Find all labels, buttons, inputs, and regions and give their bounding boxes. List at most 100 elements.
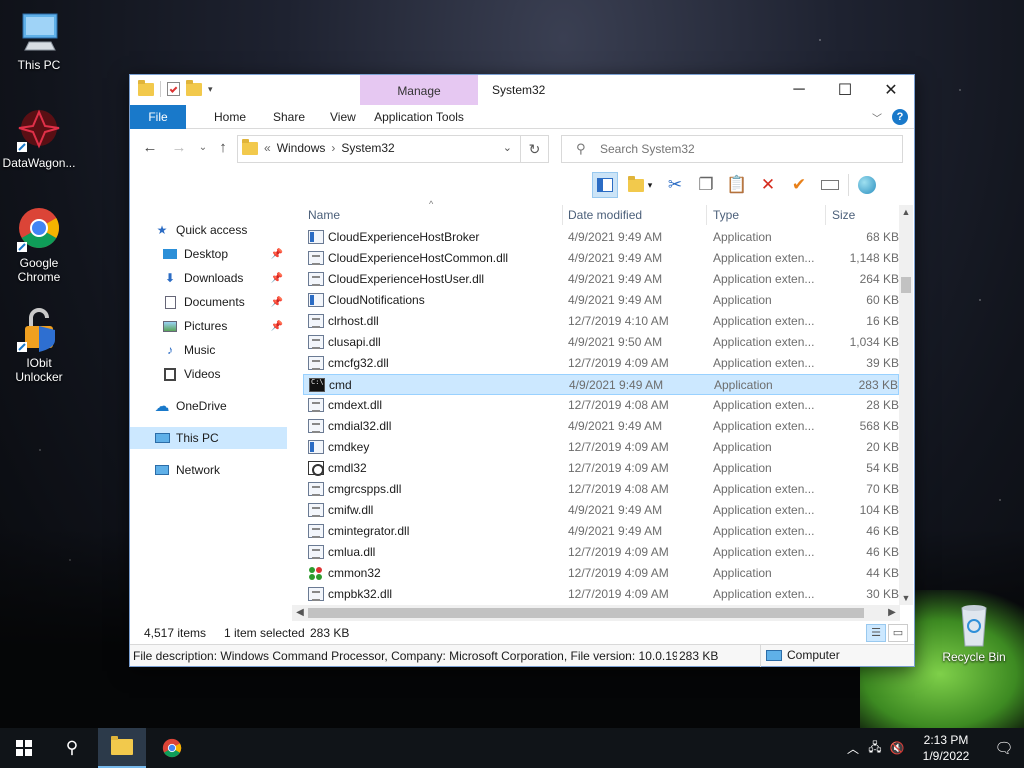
column-divider[interactable] <box>562 205 563 225</box>
table-row[interactable]: cmgrcspps.dll 12/7/2019 4:08 AM Applicatio… <box>303 479 899 500</box>
volume-muted-icon[interactable]: 🔇 <box>886 741 908 755</box>
properties-icon[interactable] <box>167 82 180 96</box>
minimize-button[interactable]: ─ <box>776 75 822 105</box>
table-row[interactable]: CloudExperienceHostCommon.dll 4/9/2021 9:… <box>303 248 899 269</box>
nav-item-network[interactable]: Network <box>154 459 287 481</box>
preview-pane-button[interactable] <box>592 172 618 198</box>
nav-item-documents[interactable]: Documents 📌 <box>162 291 287 313</box>
table-row[interactable]: cmintegrator.dll 4/9/2021 9:49 AM Applicat… <box>303 521 899 542</box>
column-header-type[interactable]: Type <box>713 208 739 222</box>
globe-icon[interactable] <box>854 172 880 198</box>
tab-file[interactable]: File <box>130 105 186 129</box>
up-button[interactable]: ↑ <box>212 139 234 159</box>
notifications-icon[interactable]: 🗨 <box>984 739 1024 757</box>
column-header-date[interactable]: Date modified <box>568 208 642 222</box>
expand-ribbon-icon[interactable]: ﹀ <box>872 110 882 125</box>
customize-qat-icon[interactable]: ▾ <box>208 84 213 95</box>
file-date: 4/9/2021 9:49 AM <box>568 503 663 517</box>
copy-icon[interactable]: ❐ <box>693 172 719 198</box>
desktop-icon-recycle-bin[interactable]: Recycle Bin <box>936 600 1012 664</box>
close-button[interactable]: ✕ <box>868 75 914 105</box>
search-input[interactable] <box>600 142 890 156</box>
table-row[interactable]: clrhost.dll 12/7/2019 4:10 AM Application … <box>303 311 899 332</box>
table-row[interactable]: cmlua.dll 12/7/2019 4:09 AM Application ex… <box>303 542 899 563</box>
desktop-icon-datawagon[interactable]: DataWagon... <box>1 106 77 170</box>
nav-item-downloads[interactable]: ⬇ Downloads 📌 <box>162 267 287 289</box>
folder-icon[interactable] <box>138 79 154 96</box>
nav-item-videos[interactable]: Videos <box>162 363 287 385</box>
vertical-scrollbar[interactable]: ▲ ▼ <box>899 205 913 605</box>
column-divider[interactable] <box>706 205 707 225</box>
pin-icon[interactable]: 📌 <box>271 321 283 332</box>
help-icon[interactable]: ? <box>892 109 908 125</box>
paste-icon[interactable]: 📋 <box>724 172 750 198</box>
nav-item-onedrive[interactable]: ☁ OneDrive <box>154 395 287 417</box>
scroll-right-arrow[interactable]: ▶ <box>884 605 900 621</box>
table-row[interactable]: cmdial32.dll 4/9/2021 9:49 AM Application … <box>303 416 899 437</box>
horizontal-scrollbar[interactable]: ◀ ▶ <box>292 605 900 621</box>
tab-share[interactable]: Share <box>259 105 319 129</box>
details-view-icon[interactable]: ☰ <box>866 624 886 642</box>
network-status-icon[interactable]: 🖧 <box>864 738 886 759</box>
table-row[interactable]: CloudExperienceHostBroker 4/9/2021 9:49 A… <box>303 227 899 248</box>
breadcrumb-system32[interactable]: System32 <box>341 141 394 155</box>
new-folder-icon[interactable] <box>186 79 202 96</box>
breadcrumb-windows[interactable]: Windows <box>277 141 326 155</box>
chevron-right-icon[interactable]: › <box>331 141 335 155</box>
scroll-left-arrow[interactable]: ◀ <box>292 605 308 621</box>
start-button[interactable] <box>0 728 48 768</box>
table-row[interactable]: cmdkey 12/7/2019 4:09 AM Application 20 KB <box>303 437 899 458</box>
taskbar-file-explorer[interactable] <box>98 728 146 768</box>
scroll-down-arrow[interactable]: ▼ <box>899 591 913 605</box>
refresh-button[interactable]: ↻ <box>520 135 549 163</box>
desktop-icon-iobit-unlocker[interactable]: IObit Unlocker <box>1 306 77 384</box>
manage-context-tab[interactable]: Manage <box>360 75 478 105</box>
new-folder-dropdown-button[interactable]: ▾ <box>623 172 657 198</box>
desktop-icon-google-chrome[interactable]: Google Chrome <box>1 206 77 284</box>
table-row[interactable]: CloudExperienceHostUser.dll 4/9/2021 9:49… <box>303 269 899 290</box>
nav-item-desktop[interactable]: Desktop 📌 <box>162 243 287 265</box>
large-icons-view-icon[interactable]: ▭ <box>888 624 908 642</box>
checkmark-icon[interactable]: ✔ <box>786 172 812 198</box>
rename-icon[interactable] <box>817 172 843 198</box>
search-button[interactable]: ⚲ <box>48 728 96 768</box>
nav-item-music[interactable]: ♪ Music <box>162 339 287 361</box>
table-row[interactable]: cmd 4/9/2021 9:49 AM Application 283 KB <box>303 374 899 395</box>
pin-icon[interactable]: 📌 <box>271 249 283 260</box>
back-button[interactable]: ← <box>139 139 161 159</box>
scroll-thumb[interactable] <box>901 277 911 293</box>
table-row[interactable]: cmpbk32.dll 12/7/2019 4:09 AM Application … <box>303 584 899 605</box>
column-divider[interactable] <box>825 205 826 225</box>
nav-item-this-pc[interactable]: This PC <box>130 427 287 449</box>
pin-icon[interactable]: 📌 <box>271 297 283 308</box>
forward-button[interactable]: → <box>168 139 190 159</box>
desktop-icon-this-pc[interactable]: This PC <box>1 8 77 72</box>
column-header-name[interactable]: Name <box>308 208 340 222</box>
tab-application-tools[interactable]: Application Tools <box>360 105 478 129</box>
table-row[interactable]: CloudNotifications 4/9/2021 9:49 AM Applic… <box>303 290 899 311</box>
delete-icon[interactable]: ✕ <box>755 172 781 198</box>
search-box[interactable]: ⚲ <box>561 135 903 163</box>
nav-item-pictures[interactable]: Pictures 📌 <box>162 315 287 337</box>
table-row[interactable]: cmifw.dll 4/9/2021 9:49 AM Application ext… <box>303 500 899 521</box>
scroll-thumb[interactable] <box>308 608 864 618</box>
chevron-up-icon[interactable]: ︿ <box>842 740 864 757</box>
column-header-size[interactable]: Size <box>832 208 855 222</box>
address-bar[interactable]: « Windows › System32 ⌄ <box>237 135 549 163</box>
table-row[interactable]: cmdext.dll 12/7/2019 4:08 AM Application e… <box>303 395 899 416</box>
clock[interactable]: 2:13 PM 1/9/2022 <box>908 732 984 764</box>
pin-icon[interactable]: 📌 <box>271 273 283 284</box>
table-row[interactable]: cmdl32 12/7/2019 4:09 AM Application 54 KB <box>303 458 899 479</box>
tab-home[interactable]: Home <box>200 105 260 129</box>
breadcrumb-overflow[interactable]: « <box>264 141 271 155</box>
table-row[interactable]: clusapi.dll 4/9/2021 9:50 AM Application e… <box>303 332 899 353</box>
chevron-down-icon[interactable]: ⌄ <box>503 141 512 154</box>
cut-icon[interactable]: ✂ <box>662 172 688 198</box>
table-row[interactable]: cmcfg32.dll 12/7/2019 4:09 AM Application … <box>303 353 899 374</box>
scroll-up-arrow[interactable]: ▲ <box>899 205 913 219</box>
maximize-button[interactable]: ☐ <box>822 75 868 105</box>
table-row[interactable]: cmmon32 12/7/2019 4:09 AM Application 44 KB <box>303 563 899 584</box>
recent-locations-button[interactable]: ⌄ <box>192 142 214 162</box>
nav-item-quick-access[interactable]: ★ Quick access <box>154 219 287 241</box>
taskbar-chrome[interactable] <box>148 728 196 768</box>
